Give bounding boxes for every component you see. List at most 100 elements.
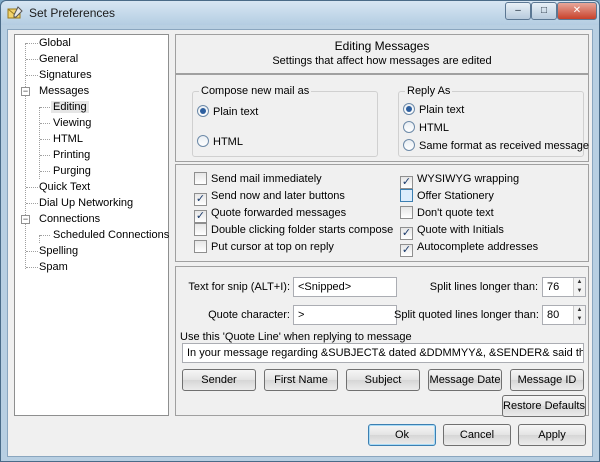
checkbox-empty-icon	[400, 206, 413, 219]
envelope-pencil-icon	[7, 6, 23, 19]
checkbox-empty-icon	[400, 189, 413, 202]
options-section: Send mail immediately ✓ Send now and late…	[175, 164, 589, 262]
close-button[interactable]: ✕	[557, 2, 597, 20]
page-title: Editing Messages	[334, 39, 430, 53]
radio-selected-icon	[197, 105, 209, 117]
spin-down-icon[interactable]: ▼	[574, 315, 585, 324]
double-click-folder-compose-checkbox[interactable]: Double clicking folder starts compose	[194, 222, 393, 238]
tree-item-label: Signatures	[39, 69, 92, 81]
ok-button[interactable]: Ok	[368, 424, 436, 446]
tree-item-label: Viewing	[53, 117, 92, 129]
tree-guide-line	[40, 235, 50, 236]
split-lines-label: Split lines longer than:	[429, 281, 538, 293]
send-now-later-buttons-checkbox[interactable]: ✓ Send now and later buttons	[194, 188, 345, 206]
quote-character-input[interactable]: >	[293, 305, 397, 325]
checkbox-empty-icon	[194, 223, 207, 236]
spin-down-icon[interactable]: ▼	[574, 287, 585, 296]
snip-text-input[interactable]: <Snipped>	[293, 277, 397, 297]
tree-item-editing[interactable]: Editing	[51, 99, 89, 115]
insert-message-date-button[interactable]: Message Date	[428, 369, 502, 391]
tree-item-html[interactable]: HTML	[51, 131, 85, 147]
insert-first-name-button[interactable]: First Name	[264, 369, 338, 391]
tree-item-label: General	[39, 53, 79, 65]
tree-item-label: Purging	[53, 165, 91, 177]
reply-html-radio[interactable]: HTML	[403, 120, 449, 136]
tree-item-label: Printing	[53, 149, 91, 161]
reply-same-format-radio[interactable]: Same format as received message	[403, 138, 589, 154]
tree-item-dial-up-networking[interactable]: Dial Up Networking	[37, 195, 135, 211]
tree-item-scheduled-connections[interactable]: Scheduled Connections	[51, 227, 171, 243]
split-quoted-lines-label: Split quoted lines longer than:	[394, 309, 539, 321]
split-quoted-lines-stepper[interactable]: 80 ▲ ▼	[542, 305, 586, 325]
spin-up-icon[interactable]: ▲	[574, 306, 585, 315]
tree-item-label: Quick Text	[39, 181, 91, 193]
radio-selected-icon	[403, 103, 415, 115]
reply-plain-text-radio[interactable]: Plain text	[403, 102, 464, 118]
checkbox-label: Offer Stationery	[417, 190, 494, 202]
page-subtitle: Settings that affect how messages are ed…	[272, 55, 492, 67]
tree-item-label: Messages	[39, 85, 90, 97]
preferences-window: Set Preferences – □ ✕ Global General Sig…	[0, 0, 600, 462]
reply-format-legend: Reply As	[405, 85, 453, 97]
tree-guide-line	[40, 123, 50, 124]
checkbox-label: Autocomplete addresses	[417, 241, 539, 253]
compose-html-radio[interactable]: HTML	[197, 134, 243, 150]
tree-item-spelling[interactable]: Spelling	[37, 243, 80, 259]
settings-panel: Editing Messages Settings that affect ho…	[175, 34, 589, 417]
checkbox-label: Put cursor at top on reply	[211, 241, 334, 253]
tree-item-signatures[interactable]: Signatures	[37, 67, 94, 83]
radio-label: Plain text	[213, 106, 259, 118]
cursor-top-on-reply-checkbox[interactable]: Put cursor at top on reply	[194, 239, 334, 255]
tree-item-general[interactable]: General	[37, 51, 80, 67]
tree-item-connections[interactable]: Connections	[37, 211, 102, 227]
dont-quote-text-checkbox[interactable]: Don't quote text	[400, 205, 494, 221]
tree-item-global[interactable]: Global	[37, 35, 73, 51]
quote-character-label: Quote character:	[208, 309, 290, 321]
maximize-button[interactable]: □	[531, 2, 557, 20]
split-lines-stepper[interactable]: 76 ▲ ▼	[542, 277, 586, 297]
checkbox-label: WYSIWYG wrapping	[417, 173, 520, 185]
title-bar[interactable]: Set Preferences – □ ✕	[1, 1, 599, 25]
apply-button[interactable]: Apply	[518, 424, 586, 446]
send-mail-immediately-checkbox[interactable]: Send mail immediately	[194, 171, 322, 187]
autocomplete-addresses-checkbox[interactable]: ✓ Autocomplete addresses	[400, 239, 539, 257]
spin-buttons: ▲ ▼	[573, 278, 585, 296]
tree-guide-line	[40, 139, 50, 140]
compose-format-legend: Compose new mail as	[199, 85, 312, 97]
insert-message-id-button[interactable]: Message ID	[510, 369, 584, 391]
quote-line-input[interactable]: In your message regarding &SUBJECT& date…	[182, 343, 584, 363]
insert-sender-button[interactable]: Sender	[182, 369, 256, 391]
offer-stationery-checkbox[interactable]: Offer Stationery	[400, 188, 494, 204]
checkbox-empty-icon	[194, 172, 207, 185]
spin-up-icon[interactable]: ▲	[574, 278, 585, 287]
tree-item-label: Scheduled Connections	[53, 229, 170, 241]
checkbox-label: Quote forwarded messages	[211, 207, 347, 219]
tree-item-viewing[interactable]: Viewing	[51, 115, 93, 131]
minimize-button[interactable]: –	[505, 2, 531, 20]
radio-label: HTML	[213, 136, 243, 148]
radio-unselected-icon	[403, 139, 415, 151]
checkbox-label: Quote with Initials	[417, 224, 504, 236]
wysiwyg-wrapping-checkbox[interactable]: ✓ WYSIWYG wrapping	[400, 171, 520, 189]
tree-item-label: Dial Up Networking	[39, 197, 134, 209]
spin-buttons: ▲ ▼	[573, 306, 585, 324]
tree-item-quick-text[interactable]: Quick Text	[37, 179, 92, 195]
tree-item-messages[interactable]: Messages	[37, 83, 91, 99]
tree-item-purging[interactable]: Purging	[51, 163, 93, 179]
radio-unselected-icon	[197, 135, 209, 147]
tree-guide-line	[39, 107, 40, 179]
snip-text-label: Text for snip (ALT+I):	[188, 281, 290, 293]
quote-forwarded-messages-checkbox[interactable]: ✓ Quote forwarded messages	[194, 205, 347, 223]
tree-item-printing[interactable]: Printing	[51, 147, 92, 163]
quote-with-initials-checkbox[interactable]: ✓ Quote with Initials	[400, 222, 504, 240]
restore-defaults-button[interactable]: Restore Defaults	[502, 395, 586, 417]
format-section: Compose new mail as Plain text HTML Repl…	[175, 74, 589, 162]
cancel-button[interactable]: Cancel	[443, 424, 511, 446]
insert-subject-button[interactable]: Subject	[346, 369, 420, 391]
collapse-connections-icon[interactable]: −	[21, 215, 30, 224]
checkbox-label: Send now and later buttons	[211, 190, 345, 202]
category-tree[interactable]: Global General Signatures − Messages Edi…	[14, 34, 169, 416]
tree-item-spam[interactable]: Spam	[37, 259, 70, 275]
collapse-messages-icon[interactable]: −	[21, 87, 30, 96]
compose-plain-text-radio[interactable]: Plain text	[197, 104, 258, 120]
